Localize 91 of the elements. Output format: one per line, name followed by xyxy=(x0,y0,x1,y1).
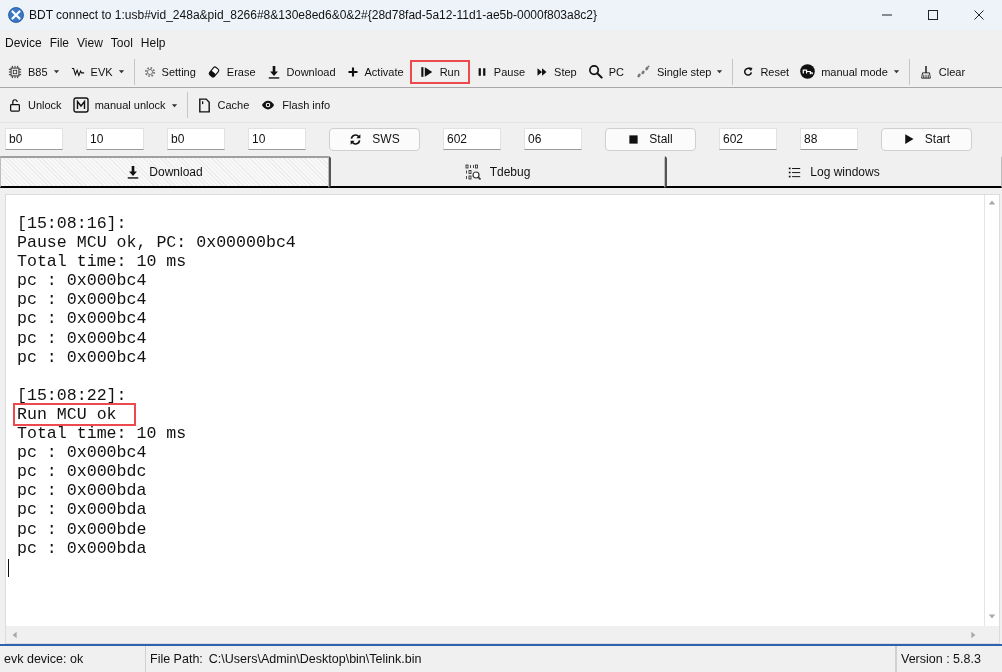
input-field[interactable]: b0 xyxy=(5,128,63,150)
download-icon xyxy=(266,64,281,79)
log-line: pc : 0x000bc4 xyxy=(17,443,147,463)
chip-icon xyxy=(8,64,22,79)
stop-icon xyxy=(628,133,640,145)
log-line: [15:08:22]: xyxy=(17,385,127,405)
broom-icon xyxy=(918,64,933,79)
sd-card-icon xyxy=(196,96,212,114)
caret-icon xyxy=(170,101,178,109)
menu-item[interactable]: Help xyxy=(140,36,166,50)
toolbar-button[interactable]: Run xyxy=(409,59,470,84)
menu-item[interactable]: File xyxy=(49,36,70,50)
tab[interactable]: Log windows xyxy=(665,156,1002,188)
toolbar-button[interactable]: Setting xyxy=(138,60,201,83)
action-button[interactable]: SWS xyxy=(329,127,420,151)
maximize-icon[interactable] xyxy=(928,10,938,20)
action-button[interactable]: Start xyxy=(881,127,972,151)
circle-badge-icon xyxy=(800,64,816,79)
toolbar-button[interactable]: Download xyxy=(261,59,341,84)
toolbar-button[interactable]: Unlock xyxy=(3,93,67,117)
input-field[interactable]: 602 xyxy=(443,128,501,150)
input-field[interactable]: 10 xyxy=(248,128,306,150)
log-line: pc : 0x000bda xyxy=(17,481,147,501)
tab[interactable]: Download xyxy=(0,156,329,188)
menu-item[interactable]: Tool xyxy=(110,36,133,50)
log-line: pc : 0x000bda xyxy=(17,538,147,558)
eye-icon xyxy=(260,98,277,112)
caret-icon xyxy=(52,68,60,75)
caret-icon xyxy=(716,68,724,75)
tab[interactable]: Tdebug xyxy=(329,156,665,188)
dropdown-button[interactable]: Single step xyxy=(629,59,729,84)
toolbar-button[interactable]: Flash info xyxy=(255,93,336,117)
dropdown-button[interactable]: EVK xyxy=(65,59,130,84)
toolbar-button[interactable]: Reset xyxy=(737,60,795,83)
log-line: [15:08:16]: xyxy=(17,214,127,234)
sync-icon xyxy=(349,132,363,146)
app-icon xyxy=(8,7,24,23)
log-line: pc : 0x000bda xyxy=(17,500,147,520)
menu-item[interactable]: View xyxy=(77,36,103,50)
log-line: pc : 0x000bc4 xyxy=(17,309,147,329)
log-line: pc : 0x000bdc xyxy=(17,462,147,482)
toolbar-button[interactable]: Pause xyxy=(470,60,531,83)
menu-item[interactable]: Device xyxy=(5,36,42,50)
dropdown-button[interactable]: B85 xyxy=(3,59,65,84)
input-field[interactable]: 10 xyxy=(86,128,144,150)
close-icon[interactable] xyxy=(974,10,984,20)
log-line: pc : 0x000bde xyxy=(17,519,147,539)
log-line: pc : 0x000bc4 xyxy=(17,271,147,291)
input-field[interactable]: 06 xyxy=(524,128,582,150)
download-icon xyxy=(126,165,141,179)
file-path-value: C:\Users\Admin\Desktop\bin\Telink.bin xyxy=(208,652,422,666)
m-box-icon xyxy=(72,97,89,113)
input-field[interactable]: 602 xyxy=(719,128,777,150)
toolbar-button[interactable]: Erase xyxy=(201,59,261,84)
log-line: Pause MCU ok, PC: 0x00000bc4 xyxy=(17,233,296,253)
log-line: pc : 0x000bc4 xyxy=(17,328,147,348)
toolbar-button[interactable]: PC xyxy=(582,59,629,84)
dropdown-button[interactable]: manual mode xyxy=(795,59,905,84)
device-status: evk device: ok xyxy=(4,652,84,666)
file-path-label: File Path: xyxy=(150,652,203,666)
window-title: BDT connect to 1:usb#vid_248a&pid_8266#8&130e8ed6&0&2#{28d78fad-5a12-11d1-ae5b-0000f803a8c2} xyxy=(29,8,599,22)
dropdown-button[interactable]: manual unlock xyxy=(67,92,183,118)
input-field[interactable]: 88 xyxy=(800,128,858,150)
log-line: Total time: 10 ms xyxy=(17,252,187,272)
action-button[interactable]: Stall xyxy=(605,127,696,151)
scroll-up-arrow-icon[interactable] xyxy=(988,199,996,207)
toolbar-button[interactable]: Activate xyxy=(341,60,409,83)
play-icon xyxy=(419,64,434,79)
plus-icon xyxy=(346,65,359,78)
log-line: pc : 0x000bc4 xyxy=(17,347,147,367)
toolbar-button[interactable]: Clear xyxy=(913,59,971,84)
caret-icon xyxy=(892,68,900,75)
binary-magnifier-icon xyxy=(464,164,481,180)
log-line: Total time: 10 ms xyxy=(17,424,187,444)
toolbar-button[interactable]: Cache xyxy=(191,91,255,119)
text-cursor xyxy=(8,558,9,577)
version-label: Version : 5.8.3 xyxy=(901,652,981,666)
play-icon xyxy=(902,133,915,145)
search-icon xyxy=(587,64,603,79)
toolbar-button[interactable]: Step xyxy=(531,60,582,83)
padlock-icon xyxy=(8,98,22,112)
horizontal-scrollbar[interactable] xyxy=(6,626,999,643)
scroll-left-arrow-icon[interactable] xyxy=(11,630,19,639)
list-icon xyxy=(788,165,802,179)
redo-icon xyxy=(742,65,755,78)
scroll-right-arrow-icon[interactable] xyxy=(969,630,977,639)
scroll-down-arrow-icon[interactable] xyxy=(988,612,996,620)
log-line: pc : 0x000bc4 xyxy=(17,290,147,310)
caret-icon xyxy=(117,68,125,75)
gear-icon xyxy=(143,65,156,78)
input-field[interactable]: b0 xyxy=(167,128,225,150)
